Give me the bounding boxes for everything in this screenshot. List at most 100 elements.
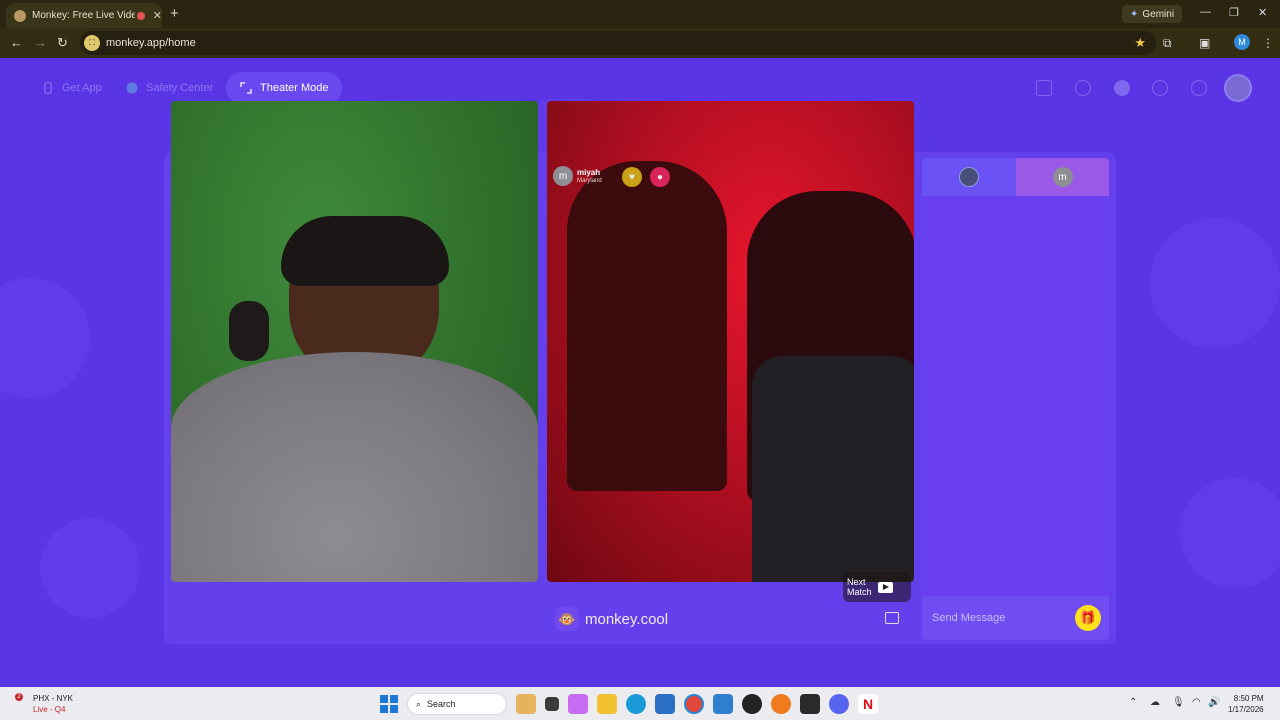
epic-games-icon[interactable] (800, 694, 820, 714)
outlook-icon[interactable] (713, 694, 733, 714)
background-decoration (1180, 478, 1280, 588)
monkey-watermark: 🐵 monkey.cool (555, 607, 668, 631)
background-decoration (0, 278, 90, 398)
chat-panel: m 🎁 (922, 158, 1109, 640)
file-explorer-icon[interactable] (597, 694, 617, 714)
windows-start-icon[interactable] (380, 695, 398, 713)
user-avatar[interactable] (1224, 74, 1252, 102)
hoodie-shape (171, 352, 538, 582)
browser-profile-avatar[interactable]: M (1234, 34, 1250, 50)
safety-center-label: Safety Center (146, 82, 214, 94)
remote-user-location: Maryland (577, 177, 602, 184)
play-icon (877, 581, 893, 593)
bookmark-star-icon[interactable]: ★ (1134, 35, 1146, 51)
browser-tab-active[interactable]: Monkey: Free Live Video Ch ✕ (6, 3, 162, 28)
person-left-shape (567, 161, 727, 491)
sports-widget[interactable]: 2 PHX - NYK Live - Q4 (15, 693, 74, 715)
search-icon[interactable] (1075, 80, 1091, 96)
gemini-button[interactable]: ✦ Gemini (1122, 5, 1183, 23)
photos-app-icon[interactable] (655, 694, 675, 714)
remote-video-feed (547, 101, 914, 582)
chat-icon[interactable] (1191, 80, 1207, 96)
volume-icon[interactable]: 🔊 (1208, 697, 1220, 708)
new-tab-button[interactable]: + (170, 5, 179, 22)
address-bar[interactable]: ⛶ monkey.app/home ★ (80, 31, 1156, 55)
local-video-feed (171, 101, 538, 582)
get-app-label: Get App (62, 82, 102, 94)
next-match-label-line2: Match (847, 587, 872, 597)
taskbar-search-label: Search (427, 699, 456, 709)
widget-flowers-icon[interactable] (516, 694, 536, 714)
close-tab-icon[interactable]: ✕ (153, 9, 162, 22)
next-match-button[interactable]: Next Match (843, 572, 911, 602)
gemini-label: Gemini (1142, 8, 1175, 20)
monkey-logo-icon: 🐵 (555, 607, 579, 631)
microphone-icon[interactable]: 🎙 (1172, 697, 1185, 708)
site-info-icon[interactable]: ⛶ (84, 35, 100, 51)
side-panel-icon[interactable]: ▣ (1199, 36, 1210, 50)
gift-box-icon[interactable] (1036, 80, 1052, 96)
heart-badge-icon[interactable]: ♥ (622, 167, 642, 187)
copilot-icon[interactable] (568, 694, 588, 714)
remote-user-chip[interactable]: m miyah Maryland (553, 166, 602, 186)
wifi-icon[interactable]: ◠ (1192, 697, 1201, 708)
restore-window-icon[interactable]: ❐ (1229, 6, 1239, 19)
discord-icon[interactable] (829, 694, 849, 714)
score-teams: PHX - NYK (33, 694, 74, 703)
clock-date: 1/17/2026 (1228, 705, 1264, 714)
recording-indicator-icon (136, 11, 145, 20)
score-status: Live - Q4 (33, 705, 66, 714)
extensions-icon[interactable]: ⧉ (1163, 36, 1172, 51)
show-hidden-icons-icon[interactable]: ⌃ (1129, 697, 1137, 708)
search-icon: ⌕ (416, 698, 422, 709)
avatar-icon[interactable] (1114, 80, 1130, 96)
firefox-icon[interactable] (771, 694, 791, 714)
theater-mode-label: Theater Mode (260, 82, 329, 94)
chat-tab-remote[interactable]: m (1016, 158, 1109, 196)
media-app-icon[interactable] (742, 694, 762, 714)
remote-avatar: m (1052, 167, 1073, 187)
browser-toolbar: ← → ↻ ⛶ monkey.app/home ★ ⧉ ▣ M ⋮ (0, 28, 1280, 58)
back-icon[interactable]: ← (10, 35, 23, 50)
beanie-shape (281, 216, 449, 286)
character-badge-icon[interactable]: ● (650, 167, 670, 187)
chat-tabs: m (922, 158, 1109, 196)
remote-user-name: miyah (577, 167, 601, 177)
edge-browser-icon[interactable] (626, 694, 646, 714)
background-decoration (40, 518, 140, 618)
get-app-button[interactable]: Get App (28, 72, 116, 104)
chat-tab-self[interactable] (922, 158, 1016, 196)
browser-menu-icon[interactable]: ⋮ (1262, 36, 1274, 50)
forward-icon[interactable]: → (34, 35, 47, 50)
system-clock[interactable]: 8:50 PM 1/17/2026 (1228, 693, 1264, 715)
background-decoration (1150, 218, 1280, 348)
taskbar-search[interactable]: ⌕ Search (407, 693, 507, 715)
taskbar-apps: ⌕ Search N (380, 693, 878, 715)
watermark-text: monkey.cool (585, 610, 669, 628)
next-match-label-line1: Next (847, 577, 866, 587)
chat-input-row: 🎁 (922, 596, 1109, 640)
netflix-icon[interactable]: N (858, 694, 878, 714)
chrome-icon[interactable] (684, 694, 704, 714)
reload-icon[interactable]: ↻ (57, 35, 68, 51)
theater-mode-button[interactable]: Theater Mode (226, 72, 343, 104)
gemini-sparkle-icon: ✦ (1130, 8, 1139, 20)
send-message-input[interactable] (930, 611, 1074, 625)
shirt-shape (752, 356, 914, 582)
url-text: monkey.app/home (106, 37, 196, 49)
windows-taskbar: 2 PHX - NYK Live - Q4 ⌕ Search N ⌃ ☁ 🎙 ◠… (0, 687, 1280, 720)
browser-tab-bar: Monkey: Free Live Video Ch ✕ + ✦ Gemini … (0, 0, 1280, 28)
score-badge: 2 (15, 693, 23, 701)
safety-center-button[interactable]: Safety Center (112, 72, 227, 104)
expand-icon (240, 82, 252, 94)
minimize-window-icon[interactable]: — (1200, 6, 1211, 18)
self-avatar (959, 167, 979, 187)
remote-user-avatar: m (553, 166, 573, 186)
onedrive-icon[interactable]: ☁ (1150, 697, 1160, 708)
report-icon[interactable] (885, 612, 899, 624)
monkey-favicon-icon (14, 9, 26, 22)
close-window-icon[interactable]: ✕ (1258, 6, 1267, 19)
gift-button[interactable]: 🎁 (1075, 605, 1101, 631)
history-icon[interactable] (1152, 80, 1168, 96)
task-view-icon[interactable] (545, 697, 559, 711)
